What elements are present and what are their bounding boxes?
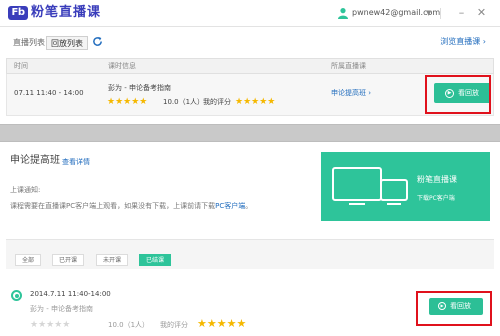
title-bar: Fb 粉笔直播课 pwnew42@gmail.com ▼ – ✕ (0, 0, 500, 27)
lesson-status-radio[interactable] (11, 290, 22, 301)
lesson-time: 2014.7.11 11:40-14:00 (30, 290, 111, 298)
column-header-lesson: 课时信息 (108, 62, 136, 70)
my-rating-label: 我的评分 (203, 98, 231, 106)
notice-text-body: 课程需要在直播课PC客户端上观看，如果没有下载，上课前请下载 (10, 202, 216, 210)
tab-live-list[interactable]: 直播列表 (13, 36, 45, 50)
rating-stars: ★★★★★ (30, 320, 71, 330)
filter-finished[interactable]: 已结课 (139, 254, 172, 266)
highlight-box (416, 291, 492, 326)
banner-subtitle[interactable]: 下载PC客户端 (417, 195, 455, 203)
filter-all[interactable]: 全部 (15, 254, 42, 266)
monitor-icon (332, 167, 408, 205)
minimize-button[interactable]: – (455, 6, 468, 19)
refresh-icon[interactable] (92, 36, 103, 47)
notice-text: 课程需要在直播课PC客户端上观看，如果没有下载，上课前请下载PC客户端。 (10, 201, 252, 211)
my-rating-label: 我的评分 (160, 321, 188, 329)
browse-live-courses-link[interactable]: 浏览直播课 › (440, 36, 486, 48)
filter-bar: 全部 已开课 未开课 已结课 (6, 239, 494, 269)
banner-title: 粉笔直播课 (417, 175, 457, 184)
tab-replay-list[interactable]: 回放列表 (46, 36, 88, 50)
notice-title: 上课通知: (10, 186, 41, 194)
view-details-link[interactable]: 查看详情 (62, 157, 90, 167)
lesson-title: 彭为 - 申论备考指南 (30, 305, 93, 313)
table-row: 07.11 11:40 - 14:00 彭为 - 申论备考指南 ★★★★★ 10… (6, 74, 494, 116)
rating-score: 10.0（1人） (163, 98, 205, 106)
column-header-course: 所属直播课 (331, 62, 366, 70)
my-rating-stars[interactable]: ★★★★★ (235, 97, 275, 107)
lesson-time: 07.11 11:40 - 14:00 (14, 89, 84, 97)
filter-started[interactable]: 已开课 (52, 254, 85, 266)
column-header-time: 时间 (14, 62, 28, 70)
close-button[interactable]: ✕ (475, 6, 488, 19)
notice-text-end: 。 (245, 202, 253, 210)
chevron-down-icon[interactable]: ▼ (426, 7, 431, 19)
rating-score: 10.0（1人） (108, 321, 150, 329)
app-logo: Fb (8, 6, 28, 20)
highlight-box (425, 75, 491, 114)
rating-stars: ★★★★★ (107, 97, 148, 107)
pc-client-link[interactable]: PC客户端 (215, 202, 245, 210)
course-title: 申论提高班 (10, 155, 60, 166)
filter-not-started[interactable]: 未开课 (96, 254, 129, 266)
lesson-title: 彭为 - 申论备考指南 (108, 84, 171, 92)
divider (440, 8, 441, 19)
tab-bar: 直播列表 回放列表 (0, 27, 500, 57)
user-icon (338, 8, 348, 19)
download-client-banner[interactable]: 粉笔直播课 下载PC客户端 (321, 152, 490, 221)
app-title: 粉笔直播课 (31, 5, 102, 20)
table-header: 时间 课时信息 所属直播课 (6, 58, 494, 74)
course-link[interactable]: 申论提高班 › (331, 88, 371, 98)
replay-list-window: Fb 粉笔直播课 pwnew42@gmail.com ▼ – ✕ 直播列表 回放… (0, 0, 500, 125)
my-rating-stars[interactable]: ★★★★★ (197, 318, 246, 329)
course-detail-window: 申论提高班 查看详情 上课通知: 课程需要在直播课PC客户端上观看，如果没有下载… (0, 141, 500, 336)
